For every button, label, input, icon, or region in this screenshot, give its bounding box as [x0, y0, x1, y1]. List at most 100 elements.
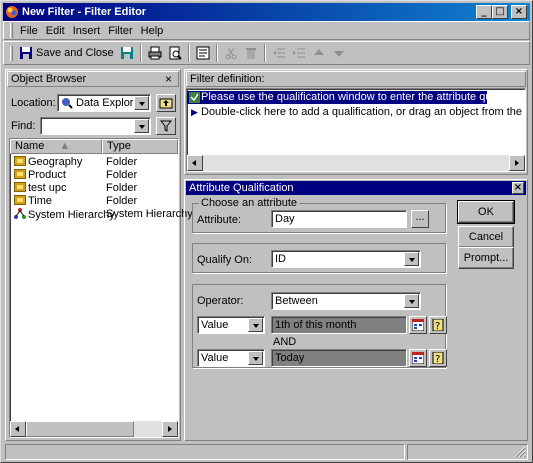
outdent-button[interactable]	[269, 43, 289, 63]
delete-button[interactable]	[241, 43, 261, 63]
scroll-left-button[interactable]	[187, 155, 203, 171]
scroll-right-button[interactable]	[509, 155, 525, 171]
value2-calendar-button[interactable]	[409, 349, 427, 367]
prompt-icon: ?	[432, 319, 444, 331]
move-down-button[interactable]	[329, 43, 349, 63]
attribute-qualification-title: Attribute Qualification	[189, 182, 294, 194]
item-name: Time	[28, 195, 53, 207]
filter-button[interactable]	[156, 117, 176, 135]
maximize-button[interactable]: □	[492, 5, 508, 19]
qualification-item-selected[interactable]: Please use the qualification window to e…	[187, 91, 525, 104]
print-button[interactable]	[145, 43, 165, 63]
print-preview-button[interactable]	[165, 43, 185, 63]
title-bar[interactable]: New Filter - Filter Editor _ □ ×	[3, 3, 530, 21]
attribute-qualification-header: Attribute Qualification ×	[186, 181, 526, 195]
sql-view-icon	[196, 46, 210, 60]
cut-button[interactable]	[221, 43, 241, 63]
operator-combo[interactable]: Between	[271, 292, 421, 310]
scroll-left-button[interactable]	[10, 421, 26, 437]
menu-grip[interactable]	[10, 23, 13, 38]
qualification-icon	[189, 92, 200, 103]
filter-definition-panel: Filter definition: Please use the qualif…	[184, 69, 528, 175]
toolbar-separator	[263, 44, 266, 62]
prompt-button[interactable]: Prompt...	[458, 247, 514, 269]
menu-bar: File Edit Insert Filter Help	[3, 21, 530, 40]
scroll-thumb[interactable]	[26, 421, 134, 437]
value2-field[interactable]: Today	[271, 349, 407, 367]
minimize-button[interactable]: _	[476, 5, 492, 19]
horizontal-scrollbar[interactable]	[10, 421, 178, 437]
toolbar-separator	[187, 44, 190, 62]
save-icon	[20, 47, 32, 59]
column-header-name[interactable]: Name ▲	[10, 139, 102, 154]
object-browser-close-icon[interactable]: ×	[165, 72, 172, 86]
cancel-button[interactable]: Cancel	[458, 226, 514, 248]
menu-insert[interactable]: Insert	[69, 25, 105, 37]
chevron-down-icon[interactable]	[134, 96, 149, 110]
resize-grip-icon[interactable]	[514, 446, 526, 458]
calendar-icon	[412, 352, 424, 364]
view-sql-button[interactable]	[193, 43, 213, 63]
menu-filter[interactable]: Filter	[104, 25, 136, 37]
svg-text:?: ?	[435, 321, 440, 331]
value1-text: 1th of this month	[275, 319, 357, 331]
parent-folder-button[interactable]	[156, 94, 176, 112]
column-type-label: Type	[107, 140, 131, 152]
toolbar-grip[interactable]	[10, 45, 13, 61]
location-combo[interactable]: Data Explorer	[57, 94, 151, 112]
filter-definition-area[interactable]: Please use the qualification window to e…	[186, 88, 526, 172]
value2-type-combo[interactable]: Value	[197, 349, 265, 367]
chevron-down-icon[interactable]	[404, 294, 419, 308]
choose-attribute-group: Choose an attribute Attribute: Day ...	[192, 197, 446, 233]
list-item[interactable]: Time	[14, 195, 52, 208]
qualify-on-combo[interactable]: ID	[271, 250, 421, 268]
column-header-type[interactable]: Type	[102, 139, 178, 154]
chevron-down-icon[interactable]	[134, 119, 149, 133]
menu-file[interactable]: File	[16, 25, 42, 37]
value1-type-combo[interactable]: Value	[197, 316, 265, 334]
ok-button[interactable]: OK	[457, 200, 515, 224]
maximize-icon: □	[495, 6, 505, 17]
list-item[interactable]: Geography	[14, 156, 82, 169]
scroll-right-button[interactable]	[162, 421, 178, 437]
find-combo[interactable]	[40, 117, 151, 135]
list-item[interactable]: System Hierarchy	[14, 208, 115, 221]
filter-definition-title: Filter definition:	[190, 73, 265, 85]
folder-icon	[14, 195, 26, 205]
qualification-close-button[interactable]: ×	[512, 182, 524, 194]
prompt-icon: ?	[432, 352, 444, 364]
list-item[interactable]: Product	[14, 169, 66, 182]
filter-horizontal-scrollbar[interactable]	[187, 155, 525, 171]
window-title: New Filter - Filter Editor	[22, 6, 147, 18]
browse-attribute-button[interactable]: ...	[411, 210, 429, 228]
object-list[interactable]: Name ▲ Type Geography Folder Product Fol…	[9, 138, 193, 438]
indent-button[interactable]	[289, 43, 309, 63]
app-icon	[6, 6, 18, 18]
value1-calendar-button[interactable]	[409, 316, 427, 334]
item-type: Folder	[106, 195, 138, 207]
qualify-on-value: ID	[275, 253, 286, 265]
list-item[interactable]: test upc	[14, 182, 67, 195]
value2-prompt-button[interactable]: ?	[429, 349, 447, 367]
folder-icon	[14, 182, 26, 192]
cut-icon	[225, 47, 237, 60]
menu-edit[interactable]: Edit	[42, 25, 69, 37]
folder-up-icon	[159, 98, 173, 109]
add-qualification-hint[interactable]: ▶ Double-click here to add a qualificati…	[187, 106, 525, 119]
find-label: Find:	[11, 120, 36, 132]
menu-help[interactable]: Help	[137, 25, 168, 37]
item-name: System Hierarchy	[28, 209, 115, 221]
chevron-down-icon[interactable]	[248, 318, 263, 332]
attribute-field[interactable]: Day	[271, 210, 407, 228]
move-up-button[interactable]	[309, 43, 329, 63]
status-bar-pane	[5, 444, 405, 460]
toolbar: Save and Close	[3, 41, 530, 65]
print-preview-icon	[169, 46, 182, 60]
value1-field[interactable]: 1th of this month	[271, 316, 407, 334]
save-button[interactable]	[117, 43, 137, 63]
close-button[interactable]: ×	[511, 5, 527, 19]
chevron-down-icon[interactable]	[404, 252, 419, 266]
value1-prompt-button[interactable]: ?	[429, 316, 447, 334]
chevron-down-icon[interactable]	[248, 351, 263, 365]
save-and-close-button[interactable]: Save and Close	[16, 43, 117, 63]
